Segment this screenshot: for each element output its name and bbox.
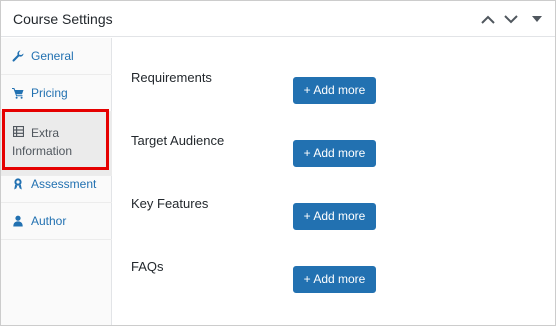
course-settings-panel: Course Settings General Pricing Extra In… (0, 0, 556, 326)
tab-general[interactable]: General (1, 38, 112, 75)
faqs-add-more-button[interactable]: + Add more (293, 266, 376, 293)
key-features-add-more-button[interactable]: + Add more (293, 203, 376, 230)
award-icon (12, 178, 24, 190)
target-audience-label: Target Audience (131, 133, 225, 148)
panel-header: Course Settings (1, 1, 555, 37)
chevron-up-icon (481, 15, 495, 24)
tab-pricing-label: Pricing (31, 86, 68, 100)
requirements-add-more-button[interactable]: + Add more (293, 77, 376, 104)
settings-tabs: General Pricing Extra Information Assess… (1, 38, 112, 325)
caret-down-icon (532, 16, 542, 22)
tab-assessment[interactable]: Assessment (1, 166, 112, 203)
requirements-label: Requirements (131, 70, 212, 85)
tab-pricing[interactable]: Pricing (1, 75, 112, 112)
panel-title: Course Settings (13, 11, 113, 27)
tab-general-label: General (31, 49, 74, 63)
target-audience-add-more-button[interactable]: + Add more (293, 140, 376, 167)
tab-author-label: Author (31, 214, 67, 228)
extra-information-content: Requirements + Add more Target Audience … (113, 38, 555, 325)
user-icon (12, 215, 24, 227)
faqs-label: FAQs (131, 259, 164, 274)
wrench-icon (12, 50, 24, 62)
tab-author[interactable]: Author (1, 203, 112, 240)
move-down-button[interactable] (501, 9, 521, 29)
key-features-label: Key Features (131, 196, 209, 211)
chevron-down-icon (504, 14, 518, 23)
toggle-panel-button[interactable] (527, 9, 547, 29)
tab-assessment-label: Assessment (31, 177, 97, 191)
move-up-button[interactable] (478, 9, 498, 29)
cart-icon (12, 87, 24, 99)
tab-extra-information-label: Extra Information (12, 126, 73, 158)
